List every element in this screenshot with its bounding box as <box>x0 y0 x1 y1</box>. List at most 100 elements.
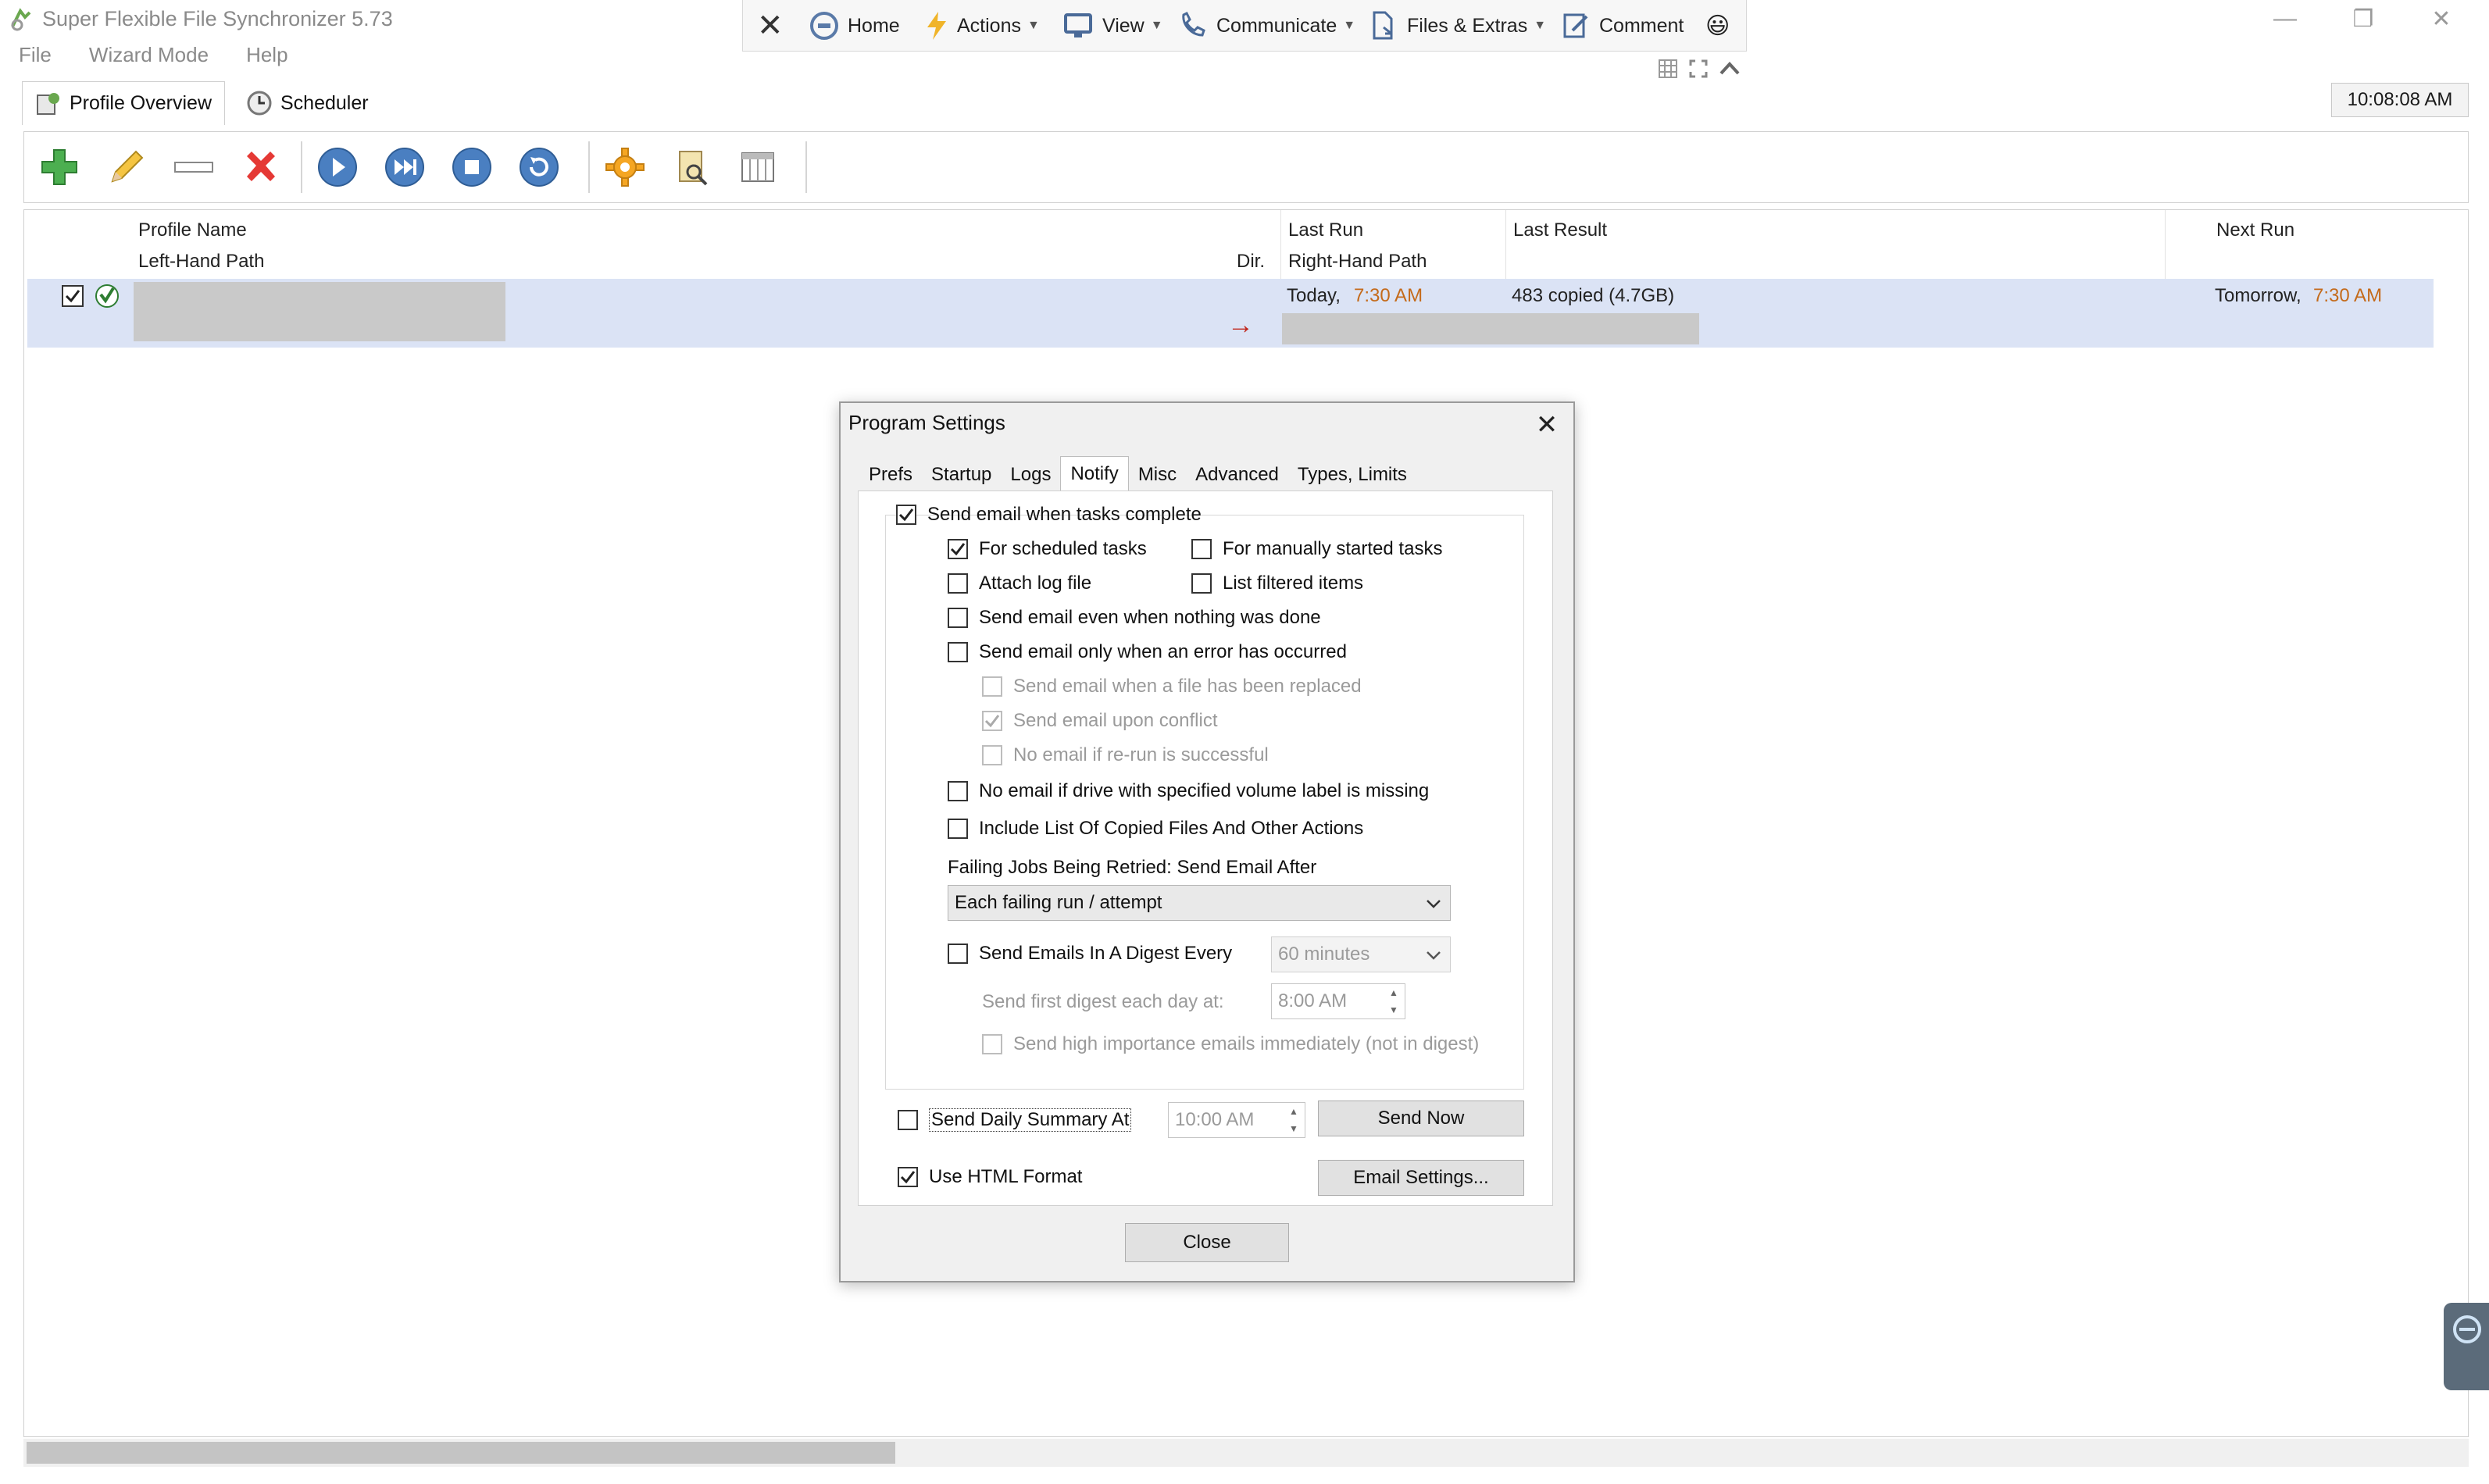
send-email-complete-checkbox[interactable]: Send email when tasks complete <box>896 504 1202 526</box>
communicate-menu[interactable]: Communicate ▼ <box>1177 8 1355 44</box>
checkbox-label: Send email when a file has been replaced <box>1013 676 1362 697</box>
rename-profile-button[interactable] <box>170 143 218 191</box>
include-list-checkbox[interactable]: Include List Of Copied Files And Other A… <box>948 818 1363 840</box>
grid-icon[interactable] <box>1658 59 1678 79</box>
smiley-icon[interactable]: 😃 <box>1705 8 1730 44</box>
send-conflict-checkbox[interactable]: Send email upon conflict <box>982 710 1218 732</box>
checkbox-box <box>1191 539 1212 559</box>
tab-profile-overview[interactable]: Profile Overview <box>22 81 225 125</box>
close-window-button[interactable]: ✕ <box>2406 2 2477 36</box>
edit-profile-button[interactable] <box>102 143 151 191</box>
delete-profile-button[interactable] <box>237 143 285 191</box>
spinner-arrows[interactable]: ▲ ▼ <box>1286 1106 1302 1134</box>
header-dir[interactable]: Dir. <box>1237 251 1265 273</box>
files-extras-menu[interactable]: Files & Extras ▼ <box>1368 8 1546 44</box>
html-format-checkbox[interactable]: Use HTML Format <box>898 1166 1082 1188</box>
first-digest-time-spinner[interactable]: 8:00 AM ▲ ▼ <box>1271 983 1405 1019</box>
chevron-up-icon[interactable] <box>1719 59 1741 78</box>
spinner-arrows[interactable]: ▲ ▼ <box>1386 987 1402 1015</box>
run-button[interactable] <box>313 143 362 191</box>
checkbox-box <box>898 1167 918 1187</box>
digest-checkbox[interactable]: Send Emails In A Digest Every <box>948 943 1232 965</box>
tab-notify[interactable]: Notify <box>1060 456 1129 491</box>
actions-menu[interactable]: Actions ▼ <box>924 8 1040 44</box>
row-enable-checkbox[interactable] <box>62 285 84 307</box>
digest-interval-dropdown[interactable]: 60 minutes <box>1271 936 1451 972</box>
failing-jobs-value: Each failing run / attempt <box>955 892 1162 913</box>
daily-summary-time-value: 10:00 AM <box>1175 1109 1255 1130</box>
send-only-error-checkbox[interactable]: Send email only when an error has occurr… <box>948 641 1347 663</box>
menu-wizard-mode[interactable]: Wizard Mode <box>70 43 227 67</box>
home-button[interactable]: Home <box>809 8 900 44</box>
header-last-result[interactable]: Last Result <box>1513 219 1607 241</box>
view-menu[interactable]: View ▼ <box>1063 8 1163 44</box>
checkbox-label: No email if drive with specified volume … <box>979 780 1430 801</box>
restore-button[interactable]: ❐ <box>2328 2 2398 36</box>
checkbox-box <box>982 745 1002 765</box>
home-icon <box>810 12 838 40</box>
scrollbar-thumb[interactable] <box>27 1442 895 1464</box>
tab-misc[interactable]: Misc <box>1129 459 1186 491</box>
chevron-down-icon: ▼ <box>1343 19 1356 32</box>
checkbox-label: Use HTML Format <box>929 1166 1083 1187</box>
main-toolbar <box>23 131 2469 203</box>
header-left-path[interactable]: Left-Hand Path <box>138 251 264 273</box>
send-file-replaced-checkbox[interactable]: Send email when a file has been replaced <box>982 676 1362 697</box>
tab-startup[interactable]: Startup <box>922 459 1001 491</box>
menu-file[interactable]: File <box>0 43 70 67</box>
checkbox-box <box>896 505 916 525</box>
high-importance-checkbox[interactable]: Send high importance emails immediately … <box>982 1033 1479 1055</box>
settings-button[interactable] <box>601 143 649 191</box>
checkbox-box <box>982 676 1002 697</box>
fullscreen-icon[interactable] <box>1689 59 1708 78</box>
toolbar-separator <box>301 141 302 193</box>
tab-logs[interactable]: Logs <box>1001 459 1060 491</box>
clock-icon <box>247 91 272 116</box>
list-filtered-checkbox[interactable]: List filtered items <box>1191 573 1363 594</box>
header-last-run[interactable]: Last Run <box>1288 219 1363 241</box>
dialog-close-icon[interactable]: ✕ <box>1530 408 1564 442</box>
tab-advanced[interactable]: Advanced <box>1186 459 1288 491</box>
no-email-volume-checkbox[interactable]: No email if drive with specified volume … <box>948 780 1429 802</box>
daily-summary-checkbox[interactable]: Send Daily Summary At <box>898 1108 1132 1132</box>
chevron-down-icon: ▼ <box>1150 19 1163 32</box>
checkbox-label: No email if re-run is successful <box>1013 744 1269 765</box>
dialog-close-button[interactable]: Close <box>1125 1223 1289 1262</box>
comment-button[interactable]: Comment <box>1560 8 1684 44</box>
checkbox-label: Send email only when an error has occurr… <box>979 641 1347 662</box>
header-next-run[interactable]: Next Run <box>2216 219 2294 241</box>
side-panel-handle[interactable] <box>2444 1303 2489 1390</box>
stop-button[interactable] <box>448 143 496 191</box>
profile-overview-icon <box>37 92 59 115</box>
daily-summary-time-spinner[interactable]: 10:00 AM ▲ ▼ <box>1168 1102 1305 1138</box>
floating-close-button[interactable]: ✕ <box>757 8 784 44</box>
menu-help[interactable]: Help <box>227 43 306 67</box>
no-email-rerun-checkbox[interactable]: No email if re-run is successful <box>982 744 1269 766</box>
tab-prefs[interactable]: Prefs <box>859 459 922 491</box>
header-profile-name[interactable]: Profile Name <box>138 219 247 241</box>
attach-log-checkbox[interactable]: Attach log file <box>948 573 1091 594</box>
header-right-path[interactable]: Right-Hand Path <box>1288 251 1427 273</box>
failing-jobs-dropdown[interactable]: Each failing run / attempt <box>948 885 1451 921</box>
log-viewer-button[interactable] <box>668 143 716 191</box>
column-divider <box>1280 210 1281 279</box>
add-profile-button[interactable] <box>35 143 84 191</box>
for-scheduled-checkbox[interactable]: For scheduled tasks <box>948 538 1147 560</box>
last-run-time: 7:30 AM <box>1354 285 1423 306</box>
columns-button[interactable] <box>734 143 782 191</box>
table-row[interactable]: → Today, 7:30 AM 483 copied (4.7GB) Tomo… <box>27 279 2434 348</box>
for-manual-checkbox[interactable]: For manually started tasks <box>1191 538 1442 560</box>
minimize-button[interactable]: — <box>2250 2 2320 36</box>
send-now-button[interactable]: Send Now <box>1318 1101 1524 1136</box>
gear-icon <box>605 148 645 187</box>
tab-types-limits[interactable]: Types, Limits <box>1288 459 1416 491</box>
run-attended-button[interactable] <box>380 143 429 191</box>
last-result: 483 copied (4.7GB) <box>1512 285 1675 306</box>
email-settings-button[interactable]: Email Settings... <box>1318 1160 1524 1196</box>
restore-button-toolbar[interactable] <box>515 143 563 191</box>
checkbox-label: For manually started tasks <box>1223 538 1443 559</box>
tab-scheduler[interactable]: Scheduler <box>233 81 382 125</box>
check-icon <box>65 290 80 303</box>
send-nothing-done-checkbox[interactable]: Send email even when nothing was done <box>948 607 1321 629</box>
view-label: View <box>1102 14 1145 37</box>
